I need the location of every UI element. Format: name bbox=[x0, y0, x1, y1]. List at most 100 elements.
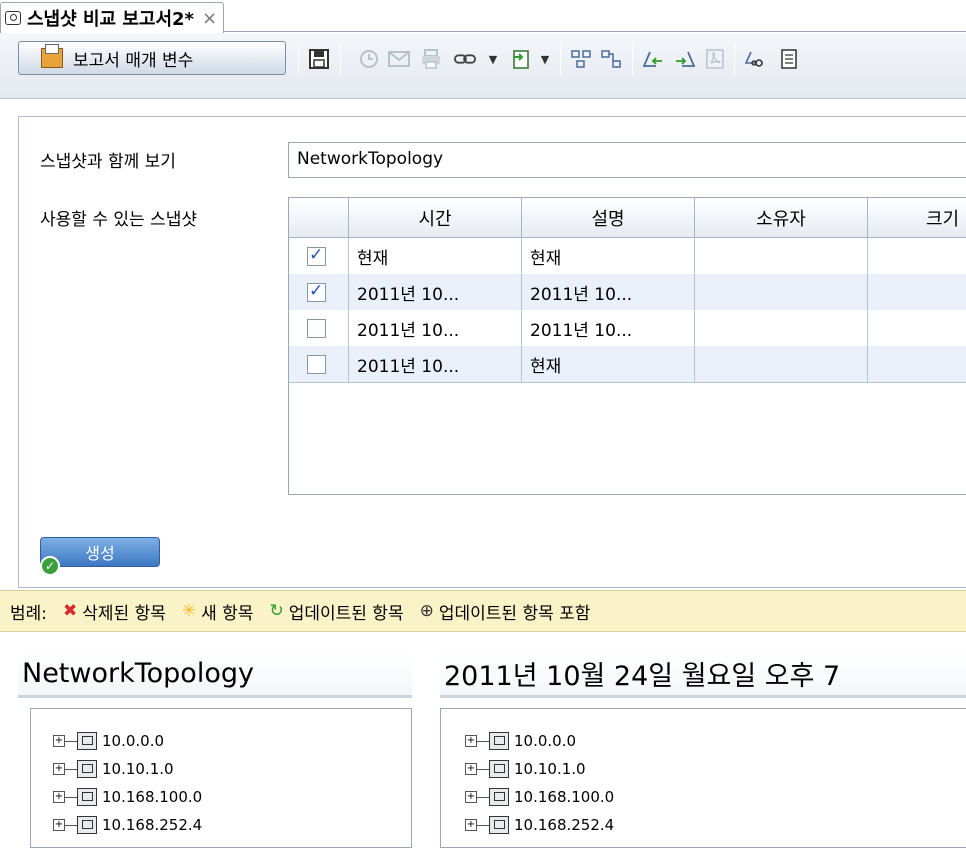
owner-cell bbox=[695, 310, 868, 346]
size-column-header[interactable]: 크기 bbox=[868, 198, 966, 238]
network-icon bbox=[77, 788, 97, 806]
next-change-icon[interactable] bbox=[674, 48, 696, 70]
link-dropdown-icon[interactable]: ▼ bbox=[482, 48, 504, 70]
description-cell: 현재 bbox=[522, 346, 695, 382]
export-icon[interactable] bbox=[510, 48, 532, 70]
description-cell: 2011년 10... bbox=[522, 310, 695, 346]
create-button-label: 생성 bbox=[85, 544, 115, 563]
right-tree: + 10.0.0.0 + 10.10.1.0 + 10.168.100.0 + … bbox=[440, 708, 966, 848]
tree-node-label: 10.0.0.0 bbox=[514, 732, 577, 750]
time-cell: 현재 bbox=[349, 238, 522, 274]
owner-column-header[interactable]: 소유자 bbox=[695, 198, 868, 238]
table-row[interactable]: 2011년 10... 2011년 10... bbox=[289, 310, 966, 346]
row-checkbox[interactable] bbox=[307, 281, 326, 302]
tree-node-label: 10.168.100.0 bbox=[514, 788, 615, 806]
table-divider bbox=[289, 382, 966, 383]
row-select-cell bbox=[289, 346, 349, 382]
tree-node[interactable]: + 10.10.1.0 bbox=[465, 757, 586, 781]
row-select-cell bbox=[289, 238, 349, 274]
row-checkbox[interactable] bbox=[307, 355, 326, 374]
expand-icon[interactable]: + bbox=[465, 763, 477, 775]
owner-cell bbox=[695, 274, 868, 310]
tree-node-label: 10.168.100.0 bbox=[102, 788, 203, 806]
toolbar-separator bbox=[632, 43, 633, 75]
report-tab[interactable]: 스냅샷 비교 보고서2* × bbox=[0, 2, 225, 33]
size-cell bbox=[868, 238, 966, 274]
expand-icon[interactable]: + bbox=[53, 735, 65, 747]
deleted-item-icon: ✖ bbox=[63, 601, 78, 621]
network-icon bbox=[489, 732, 509, 750]
tree-node[interactable]: + 10.0.0.0 bbox=[53, 729, 164, 753]
close-tab-icon[interactable]: × bbox=[202, 8, 217, 29]
legend-bar: 범례: ✖ 삭제된 항목 ✳ 새 항목 ↻ 업데이트된 항목 ⊕ 업데이트된 항… bbox=[0, 590, 966, 632]
contains-updated-icon: ⊕ bbox=[419, 601, 434, 621]
expand-icon[interactable]: + bbox=[53, 819, 65, 831]
with-snapshot-label: 스냅샷과 함께 보기 bbox=[40, 152, 176, 172]
description-cell: 2011년 10... bbox=[522, 274, 695, 310]
description-cell: 현재 bbox=[522, 238, 695, 274]
toolbar: 보고서 매개 변수 ▼ ▼ bbox=[0, 33, 966, 99]
tree-node[interactable]: + 10.10.1.0 bbox=[53, 757, 174, 781]
tree-node-label: 10.0.0.0 bbox=[102, 732, 165, 750]
row-select-cell bbox=[289, 274, 349, 310]
collapse-all-icon[interactable] bbox=[600, 48, 622, 70]
tree-node-label: 10.168.252.4 bbox=[102, 816, 203, 834]
network-icon bbox=[489, 816, 509, 834]
expand-icon[interactable]: + bbox=[53, 791, 65, 803]
row-select-cell bbox=[289, 310, 349, 346]
tree-node[interactable]: + 10.0.0.0 bbox=[465, 729, 576, 753]
network-icon bbox=[77, 816, 97, 834]
table-row[interactable]: 현재 현재 bbox=[289, 238, 966, 274]
select-column-header[interactable] bbox=[289, 198, 349, 238]
row-checkbox[interactable] bbox=[307, 319, 326, 338]
time-column-header[interactable]: 시간 bbox=[349, 198, 522, 238]
expand-icon[interactable]: + bbox=[53, 763, 65, 775]
camera-icon bbox=[5, 11, 21, 25]
network-icon bbox=[77, 732, 97, 750]
expand-all-icon[interactable] bbox=[570, 48, 592, 70]
pdf-icon[interactable] bbox=[704, 48, 726, 70]
table-row[interactable]: 2011년 10... 2011년 10... bbox=[289, 274, 966, 310]
link-icon[interactable] bbox=[454, 48, 476, 70]
size-cell bbox=[868, 274, 966, 310]
find-icon[interactable] bbox=[744, 48, 766, 70]
export-dropdown-icon[interactable]: ▼ bbox=[534, 48, 556, 70]
owner-cell bbox=[695, 238, 868, 274]
network-icon bbox=[77, 760, 97, 778]
time-cell: 2011년 10... bbox=[349, 346, 522, 382]
expand-icon[interactable]: + bbox=[465, 735, 477, 747]
table-row[interactable]: 2011년 10... 현재 bbox=[289, 346, 966, 382]
description-column-header[interactable]: 설명 bbox=[522, 198, 695, 238]
tree-node-label: 10.10.1.0 bbox=[514, 760, 586, 778]
network-icon bbox=[489, 760, 509, 778]
available-snapshots-label: 사용할 수 있는 스냅샷 bbox=[40, 210, 197, 230]
snapshots-table: 시간 설명 소유자 크기 현재 현재 2011년 10... 2011년 10.… bbox=[288, 197, 966, 495]
previous-change-icon[interactable] bbox=[642, 48, 664, 70]
size-cell bbox=[868, 346, 966, 382]
with-snapshot-field[interactable]: NetworkTopology bbox=[288, 142, 966, 178]
toolbar-separator bbox=[560, 43, 561, 75]
row-checkbox[interactable] bbox=[307, 245, 326, 266]
toolbar-separator bbox=[298, 43, 299, 75]
print-icon[interactable] bbox=[420, 48, 442, 70]
tree-node[interactable]: + 10.168.100.0 bbox=[53, 785, 202, 809]
network-icon bbox=[489, 788, 509, 806]
tree-node[interactable]: + 10.168.100.0 bbox=[465, 785, 614, 809]
expand-icon[interactable]: + bbox=[465, 819, 477, 831]
email-icon[interactable] bbox=[388, 48, 410, 70]
tree-node-label: 10.168.252.4 bbox=[514, 816, 615, 834]
expand-icon[interactable]: + bbox=[465, 791, 477, 803]
report-parameters-label: 보고서 매개 변수 bbox=[73, 50, 194, 71]
tree-node[interactable]: + 10.168.252.4 bbox=[53, 813, 202, 837]
more-icon[interactable] bbox=[778, 48, 800, 70]
legend-deleted: 삭제된 항목 bbox=[82, 603, 166, 624]
legend-updated: 업데이트된 항목 bbox=[288, 603, 404, 624]
tree-node[interactable]: + 10.168.252.4 bbox=[465, 813, 614, 837]
report-parameters-button[interactable]: 보고서 매개 변수 bbox=[18, 41, 286, 75]
updated-item-icon: ↻ bbox=[269, 601, 284, 621]
save-icon[interactable] bbox=[308, 48, 330, 70]
schedule-icon[interactable] bbox=[358, 48, 380, 70]
owner-cell bbox=[695, 346, 868, 382]
size-cell bbox=[868, 310, 966, 346]
new-item-icon: ✳ bbox=[181, 601, 197, 621]
